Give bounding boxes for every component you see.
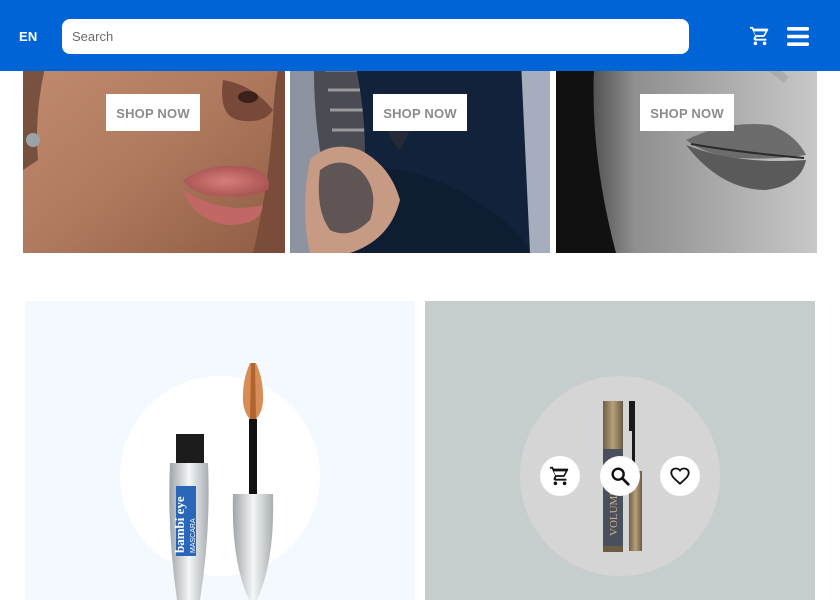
language-selector[interactable]: EN	[19, 29, 37, 44]
product-brand-text: bambi eye	[172, 496, 187, 553]
banner-tattoo-image	[290, 40, 550, 253]
product-card[interactable]: bambi eye MASCARA	[25, 301, 415, 600]
cart-icon	[549, 466, 569, 486]
quick-view-button[interactable]	[600, 456, 640, 496]
banner-bw-lips-image	[556, 40, 817, 253]
header-bar: EN	[0, 0, 840, 71]
banner-lips[interactable]: SHOP NOW	[23, 40, 285, 253]
add-to-cart-button[interactable]	[540, 456, 580, 496]
shop-now-button[interactable]: SHOP NOW	[373, 94, 467, 131]
search-input[interactable]	[62, 19, 689, 54]
banner-bw-lips[interactable]: SHOP NOW	[556, 40, 817, 253]
shop-now-button[interactable]: SHOP NOW	[640, 94, 734, 131]
search-icon	[611, 467, 630, 486]
banner-lips-image	[23, 40, 285, 253]
product-image-mascara: bambi eye MASCARA	[120, 363, 320, 600]
banner-tattoo[interactable]: SHOP NOW	[290, 40, 550, 253]
product-card[interactable]: VOLUME	[425, 301, 815, 600]
heart-icon	[670, 467, 690, 486]
wishlist-button[interactable]	[660, 456, 700, 496]
shop-now-button[interactable]: SHOP NOW	[106, 94, 200, 131]
menu-icon[interactable]	[787, 26, 809, 47]
product-sub-text: MASCARA	[190, 518, 197, 553]
cart-icon[interactable]	[749, 25, 771, 47]
page: SHOP NOW SHOP NOW SHOP NOW EN Search bam…	[0, 0, 840, 600]
product-image-volume-mascara: VOLUME	[520, 376, 720, 576]
